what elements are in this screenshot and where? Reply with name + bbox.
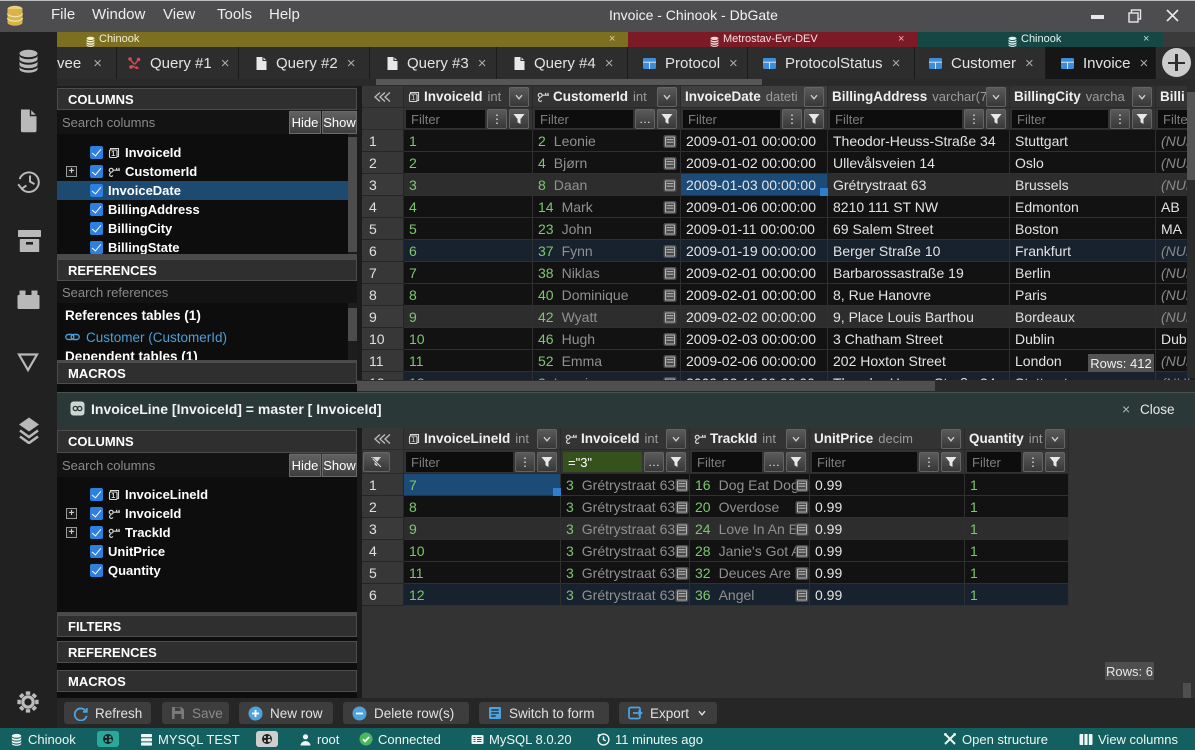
svg-text:1: 1 <box>111 149 115 158</box>
svg-text:1: 1 <box>111 491 115 500</box>
svg-text:1: 1 <box>411 93 415 102</box>
svg-text:1: 1 <box>411 435 415 444</box>
